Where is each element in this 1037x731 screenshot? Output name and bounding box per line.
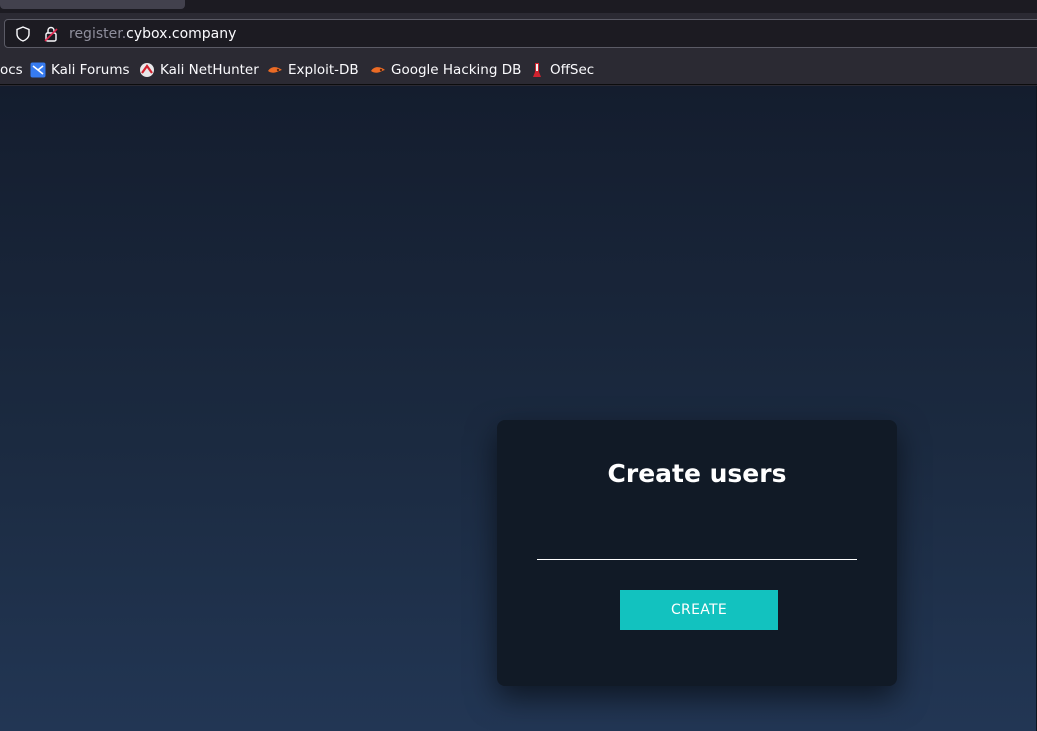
bookmark-label: ocs: [0, 61, 23, 78]
shield-icon[interactable]: [15, 25, 31, 42]
active-tab[interactable]: [0, 0, 185, 9]
insecure-lock-icon[interactable]: [43, 26, 59, 42]
create-users-card: Create users CREATE: [497, 420, 897, 686]
bookmark-offsec[interactable]: OffSec: [529, 55, 594, 85]
navigation-toolbar: register.cybox.company: [0, 13, 1037, 55]
bookmarks-toolbar: ocs Kali Forums Kali NetHunter Exploit-D…: [0, 55, 1037, 85]
bookmark-label: Kali NetHunter: [160, 61, 259, 78]
offsec-icon: [529, 62, 545, 78]
username-input[interactable]: [537, 530, 857, 560]
bookmark-kali-forums[interactable]: Kali Forums: [30, 55, 130, 85]
bookmark-label: Exploit-DB: [288, 61, 359, 78]
bookmark-exploit-db[interactable]: Exploit-DB: [267, 55, 359, 85]
bookmark-google-hacking-db[interactable]: Google Hacking DB: [370, 55, 521, 85]
bookmark-label: OffSec: [550, 61, 595, 78]
bookmark-label: Kali Forums: [51, 61, 130, 78]
bookmark-docs[interactable]: ocs: [0, 55, 23, 85]
ghdb-icon: [370, 62, 386, 78]
kali-nethunter-icon: [139, 62, 155, 78]
page-title: Create users: [607, 459, 787, 488]
page-content: Create users CREATE: [0, 86, 1037, 731]
tab-strip: [0, 0, 1037, 13]
bookmark-kali-nethunter[interactable]: Kali NetHunter: [139, 55, 259, 85]
exploit-db-icon: [267, 62, 283, 78]
url-text[interactable]: register.cybox.company: [69, 26, 236, 42]
bookmark-label: Google Hacking DB: [391, 61, 522, 78]
create-button[interactable]: CREATE: [620, 590, 778, 630]
url-bar[interactable]: register.cybox.company: [4, 19, 1037, 48]
kali-forums-icon: [30, 62, 46, 78]
